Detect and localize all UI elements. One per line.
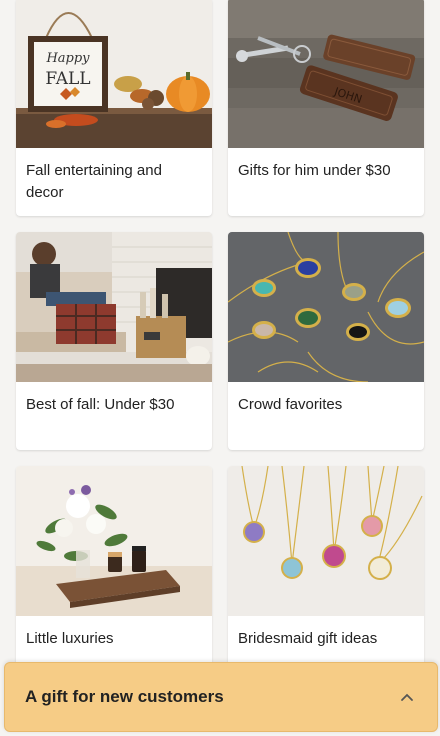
sign-line-2: FALL [45,69,90,89]
initial-pendants-image [228,466,424,616]
card-gifts-for-him[interactable]: JOHN Gifts for him under $30 [228,0,424,216]
banner-title: A gift for new customers [25,687,224,706]
card-bridesmaid-gifts[interactable]: Bridesmaid gift ideas [228,466,424,684]
card-label: Bridesmaid gift ideas [238,630,378,647]
card-label: Little luxuries [26,630,114,647]
sign-line-1: Happy [45,51,90,66]
card-best-of-fall[interactable]: Best of fall: Under $30 [16,232,212,450]
card-label: Fall entertaining and decor [26,162,162,201]
card-little-luxuries[interactable]: Little luxuries [16,466,212,684]
cozy-living-room-image [16,232,212,382]
chevron-up-icon[interactable] [399,689,415,705]
card-label: Gifts for him under $30 [238,162,391,179]
candles-flowers-image [16,466,212,616]
card-label: Crowd favorites [238,396,343,413]
card-crowd-favorites[interactable]: Crowd favorites [228,232,424,450]
leather-keychain-image: JOHN [228,0,424,148]
gemstone-necklaces-image [228,232,424,382]
card-fall-entertaining[interactable]: Happy FALL Fall entertaining and decor [16,0,212,216]
gift-guide-grid: Happy FALL Fall entertaining and decor J… [16,0,424,684]
new-customer-banner[interactable]: A gift for new customers [4,662,438,732]
card-label: Best of fall: Under $30 [26,396,175,413]
fall-decor-image: Happy FALL [16,0,212,148]
